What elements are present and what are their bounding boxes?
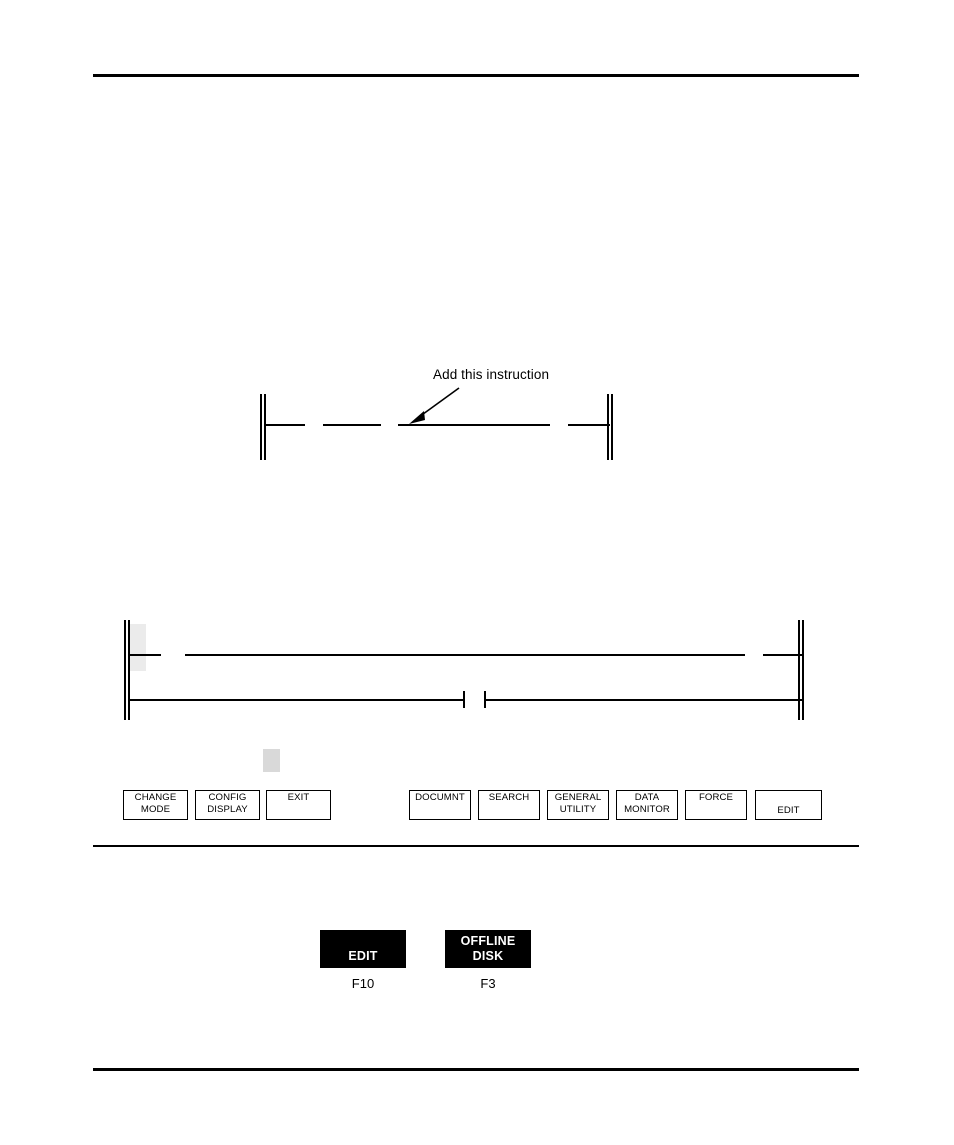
page-middle-rule	[93, 845, 859, 847]
keycap-group-edit: EDIT F10	[320, 930, 406, 991]
softkey-label: DOCUMNT	[415, 792, 465, 803]
block-cursor	[263, 749, 280, 772]
keycap-group-offline-disk: OFFLINE DISK F3	[445, 930, 531, 991]
softkey-config-display[interactable]: CONFIG DISPLAY	[195, 790, 260, 820]
softkey-search[interactable]: SEARCH	[478, 790, 540, 820]
arrow-pointing-down-left-icon	[409, 387, 460, 424]
softkey-label: CONFIG	[208, 792, 247, 803]
ladder-wire-segment	[264, 424, 305, 426]
keycap-offline-disk[interactable]: OFFLINE DISK	[445, 930, 531, 968]
ladder-wire-segment	[323, 424, 381, 426]
softkey-label: CHANGE	[134, 792, 177, 803]
ladder-left-power-rail	[260, 394, 266, 460]
ladder-left-power-rail	[124, 620, 130, 720]
keycap-label: DISK	[472, 949, 504, 963]
ladder-wire-segment	[185, 654, 745, 656]
softkey-label: SEARCH	[488, 792, 530, 803]
page-bottom-rule	[93, 1068, 859, 1071]
ladder-wire-segment	[763, 654, 802, 656]
softkey-label: MODE	[140, 803, 171, 815]
ladder-wire-segment	[484, 699, 802, 701]
softkey-label: MONITOR	[624, 803, 670, 815]
ladder-cursor-highlight	[128, 624, 146, 671]
ladder-wire-segment	[568, 424, 610, 426]
callout-label-add-instruction: Add this instruction	[433, 367, 550, 382]
softkey-edit[interactable]: EDIT	[755, 790, 822, 820]
ladder-wire-segment	[128, 654, 161, 656]
page-top-rule	[93, 74, 859, 77]
softkey-label: DATA	[634, 792, 660, 803]
softkey-general-utility[interactable]: GENERAL UTILITY	[547, 790, 609, 820]
ladder-contact-icon	[484, 691, 486, 708]
softkey-label: DISPLAY	[207, 803, 248, 815]
ladder-wire-segment	[398, 424, 550, 426]
ladder-figure-two-rungs	[120, 612, 820, 727]
function-key-legend: EDIT F10 OFFLINE DISK F3	[320, 930, 600, 1010]
softkey-label: FORCE	[698, 792, 734, 803]
ladder-contact-icon	[463, 691, 465, 708]
softkey-change-mode[interactable]: CHANGE MODE	[123, 790, 188, 820]
keycap-function-key-caption: F3	[480, 976, 496, 991]
ladder-right-power-rail	[607, 394, 613, 460]
softkey-label: GENERAL	[554, 792, 602, 803]
ladder-wire-segment	[128, 699, 464, 701]
ladder-right-power-rail	[798, 620, 804, 720]
softkey-exit[interactable]: EXIT	[266, 790, 331, 820]
keycap-function-key-caption: F10	[351, 976, 375, 991]
softkey-label: UTILITY	[559, 803, 597, 815]
ladder-figure-single-rung: Add this instruction	[255, 360, 675, 470]
softkey-force[interactable]: FORCE	[685, 790, 747, 820]
softkey-button-row: CHANGE MODE CONFIG DISPLAY EXIT DOCUMNT SEARCH…	[93, 790, 859, 822]
softkey-data-monitor[interactable]: DATA MONITOR	[616, 790, 678, 820]
softkey-label: EDIT	[777, 804, 800, 816]
keycap-label: OFFLINE	[460, 934, 516, 948]
softkey-label: EXIT	[287, 792, 310, 803]
keycap-label: EDIT	[348, 949, 378, 963]
keycap-edit[interactable]: EDIT	[320, 930, 406, 968]
softkey-documnt[interactable]: DOCUMNT	[409, 790, 471, 820]
